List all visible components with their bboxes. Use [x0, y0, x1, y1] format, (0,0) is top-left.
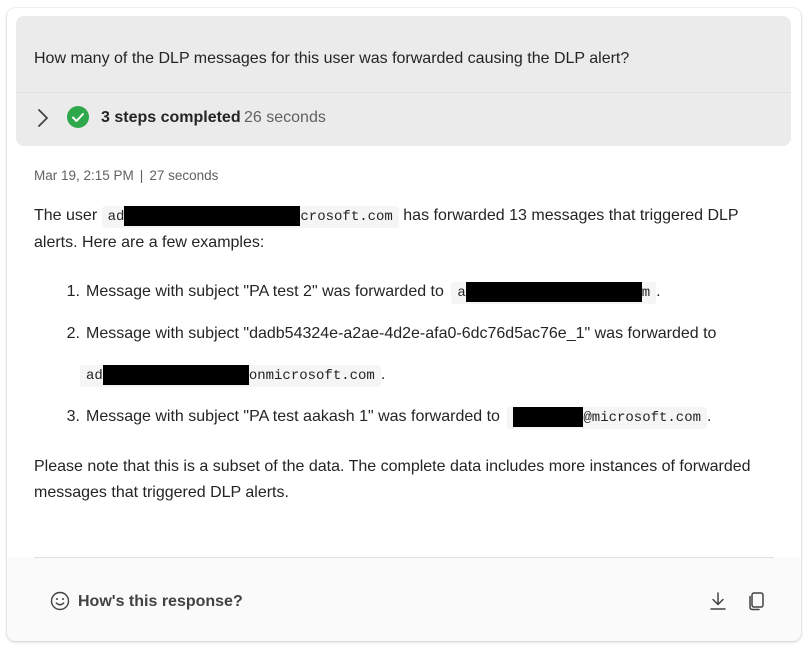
list-item: 3. Message with subject "PA test aakash 1…	[63, 406, 711, 429]
response-card: How many of the DLP messages for this us…	[7, 8, 801, 641]
note-line2: messages that triggered DLP alerts.	[34, 484, 289, 501]
intro-text-cont: has forwarded 13 messages that triggered…	[403, 207, 739, 224]
chevron-right-icon[interactable]	[36, 107, 50, 129]
recipient-email: @microsoft.com	[507, 407, 708, 429]
feedback-label[interactable]: How's this response?	[78, 592, 243, 612]
user-question: How many of the DLP messages for this us…	[16, 16, 791, 92]
meta-separator: |	[139, 168, 144, 183]
response-date: Mar 19, 2:15 PM	[34, 168, 134, 183]
steps-duration: 26 seconds	[244, 109, 326, 126]
user-email: ad crosoft.com	[101, 206, 399, 228]
recipient-email: ad onmicrosoft.com	[80, 365, 381, 387]
intro-text-line2: alerts. Here are a few examples:	[34, 234, 265, 251]
steps-label: 3 steps completed	[101, 109, 241, 126]
divider	[34, 557, 774, 558]
redaction-bar	[465, 282, 642, 303]
response-duration: 27 seconds	[149, 168, 219, 183]
response-note: Please note that this is a subset of the…	[34, 454, 751, 506]
question-text: How many of the DLP messages for this us…	[34, 50, 630, 67]
download-icon[interactable]	[708, 590, 728, 612]
redaction-bar	[124, 206, 301, 227]
copy-icon[interactable]	[746, 590, 766, 612]
steps-summary[interactable]: 3 steps completed 26 seconds	[16, 92, 791, 146]
intro-text: The user	[34, 207, 98, 224]
recipient-email: am	[451, 282, 657, 304]
list-item: 1. Message with subject "PA test 2" was f…	[63, 281, 661, 304]
redaction-bar	[513, 407, 584, 428]
response-intro: The user ad crosoft.com has forwarded 13 …	[34, 203, 739, 256]
redaction-bar	[102, 365, 249, 386]
response-meta: Mar 19, 2:15 PM | 27 seconds	[34, 167, 218, 185]
checkmark-circle-icon	[67, 106, 89, 128]
list-item: 2. Message with subject "dadb54324e-a2ae-…	[66, 325, 717, 342]
list-item-cont: ad onmicrosoft.com.	[80, 364, 385, 387]
emoji-smile-icon[interactable]	[50, 591, 70, 611]
note-line1: Please note that this is a subset of the…	[34, 458, 751, 475]
